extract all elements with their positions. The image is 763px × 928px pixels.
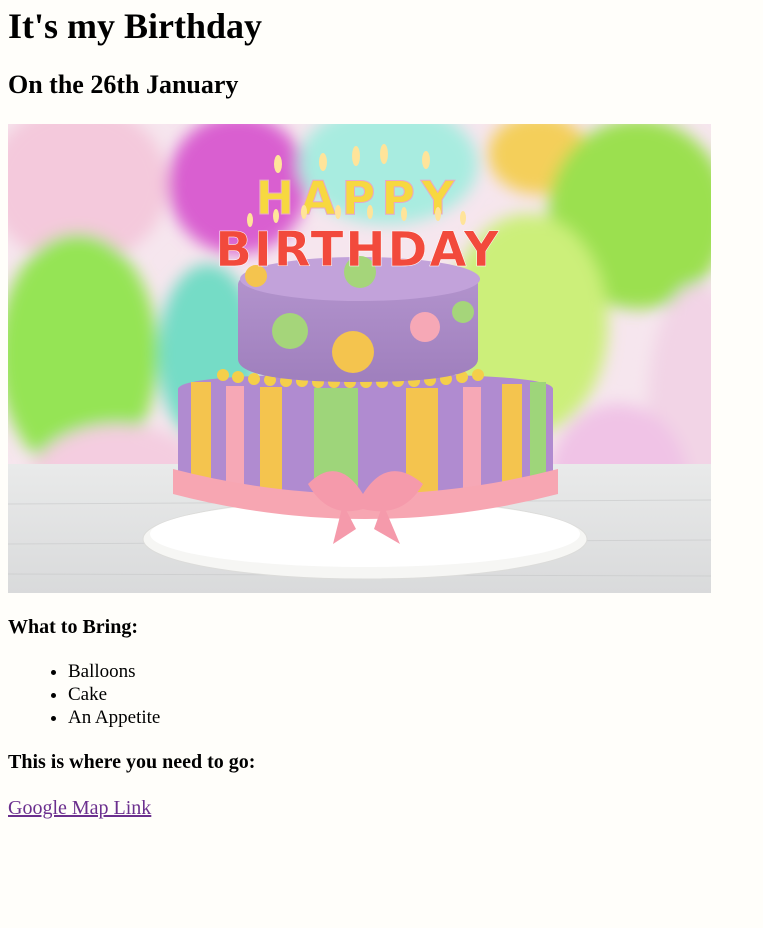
list-item: Cake	[68, 683, 160, 706]
topper-happy: HAPPY	[256, 171, 461, 225]
bring-heading: What to Bring:	[8, 616, 138, 638]
page-subtitle: On the 26th January	[8, 70, 239, 99]
list-item: Balloons	[68, 660, 160, 683]
page-title: It's my Birthday	[8, 6, 263, 46]
location-heading: This is where you need to go:	[8, 751, 256, 773]
list-item: An Appetite	[68, 706, 160, 729]
bring-list: Balloons Cake An Appetite	[8, 660, 160, 729]
google-map-link[interactable]: Google Map Link	[8, 796, 151, 820]
birthday-cake-image: HAPPY BIRTHDAY	[8, 124, 711, 593]
topper-birthday: BIRTHDAY	[215, 222, 500, 278]
